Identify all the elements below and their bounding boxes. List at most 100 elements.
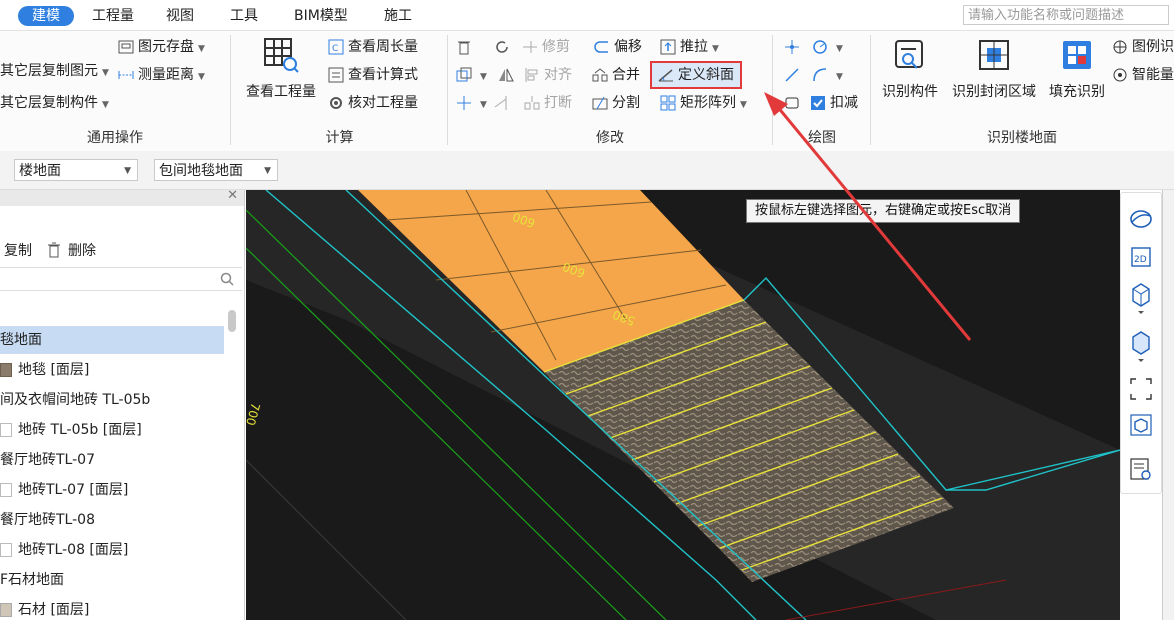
- group-title-general: 通用操作: [87, 130, 143, 146]
- ribbon: 其它层复制图元 ▼ 其它层复制构件 ▼ 图元存盘 ▼ 测量距离 ▼ 通用操作 查看工程量…: [0, 30, 1174, 152]
- chevron-down-icon: ▼: [102, 68, 109, 78]
- drawing-canvas[interactable]: 600 600 580 700: [246, 190, 1120, 620]
- tree-item[interactable]: F石材地面: [0, 566, 64, 594]
- point-icon: [785, 40, 799, 54]
- view-formula-button[interactable]: 查看计算式: [328, 63, 418, 87]
- mirror-tool-button[interactable]: [498, 63, 518, 87]
- tab-modeling[interactable]: 建模: [18, 6, 74, 26]
- offset-button[interactable]: 偏移: [594, 35, 642, 59]
- view-quantities-button[interactable]: 查看工程量: [238, 35, 324, 101]
- legend-identify-button[interactable]: 图例识: [1112, 35, 1174, 59]
- split-button[interactable]: 分割: [592, 91, 640, 115]
- tree-item[interactable]: 餐厅地砖TL-08: [0, 506, 95, 534]
- delete-component-button[interactable]: 删除: [68, 240, 96, 260]
- trim-button[interactable]: 修剪: [522, 35, 570, 59]
- tab-view[interactable]: 视图: [160, 6, 200, 26]
- trash-icon[interactable]: [46, 242, 62, 258]
- tab-bim-model[interactable]: BIM模型: [288, 6, 354, 26]
- break-button[interactable]: 打断: [524, 91, 572, 115]
- extend-tool-button[interactable]: [494, 91, 514, 115]
- define-slope-button[interactable]: 定义斜面: [650, 61, 742, 89]
- perimeter-icon: C: [328, 39, 344, 55]
- fill-identify-button[interactable]: 填充识别: [1044, 35, 1110, 101]
- point-draw-button[interactable]: [784, 35, 804, 59]
- rotate-icon: [496, 41, 508, 53]
- tree-item[interactable]: 毯地面: [0, 326, 224, 354]
- tree-item[interactable]: 地毯 [面层]: [0, 356, 89, 384]
- tree-item[interactable]: 地砖TL-07 [面层]: [0, 476, 128, 504]
- move-tool-button[interactable]: ▼: [456, 91, 487, 115]
- circle-draw-button[interactable]: ▼: [812, 35, 843, 59]
- dimension-label: 700: [246, 401, 263, 427]
- identify-component-icon: [895, 40, 923, 69]
- delete-tool-button[interactable]: [456, 35, 476, 59]
- copy-icon: [456, 67, 472, 82]
- svg-text:C: C: [332, 44, 338, 54]
- measure-distance-button[interactable]: 测量距离 ▼: [118, 63, 205, 87]
- save-element-icon: [118, 40, 134, 54]
- rect-array-button[interactable]: 矩形阵列 ▼: [660, 91, 747, 115]
- element-save-button[interactable]: 图元存盘 ▼: [118, 35, 205, 59]
- category-select[interactable]: 楼地面 ▼: [14, 159, 138, 181]
- tab-tools[interactable]: 工具: [224, 6, 264, 26]
- component-select[interactable]: 包间地毯地面 ▼: [154, 159, 278, 181]
- break-icon: [524, 96, 540, 110]
- mirror-icon: [499, 68, 514, 82]
- circle-icon: [813, 40, 827, 54]
- close-icon[interactable]: ✕: [227, 188, 238, 203]
- chevron-down-icon: ▼: [124, 166, 131, 176]
- divider: [230, 35, 231, 145]
- line-draw-button[interactable]: [784, 63, 804, 87]
- copy-component-other-layer-button[interactable]: 其它层复制构件 ▼: [0, 91, 109, 115]
- tree-item[interactable]: 地砖 TL-05b [面层]: [0, 416, 142, 444]
- copy-tool-button[interactable]: ▼: [456, 63, 487, 87]
- globe-icon[interactable]: [1129, 207, 1153, 231]
- group-title-modify: 修改: [596, 130, 624, 146]
- align-button[interactable]: 对齐: [524, 63, 572, 87]
- cube-icon[interactable]: [1129, 281, 1153, 315]
- check-quantities-button[interactable]: 核对工程量: [328, 91, 418, 115]
- merge-icon: [592, 68, 608, 82]
- search-icon[interactable]: [220, 272, 234, 286]
- material-swatch: [0, 423, 12, 437]
- 3d-box-icon[interactable]: [1129, 413, 1153, 437]
- arc-draw-button[interactable]: ▼: [812, 63, 843, 87]
- properties-view-icon[interactable]: [1129, 457, 1153, 481]
- function-search-input[interactable]: 请输入功能名称或问题描述: [963, 5, 1169, 25]
- tab-quantities[interactable]: 工程量: [86, 6, 140, 26]
- floor-plan-drawing: 600 600 580 700: [246, 190, 1120, 620]
- push-pull-button[interactable]: 推拉 ▼: [660, 35, 719, 59]
- ruler-icon: [118, 71, 134, 79]
- smart-layout-button[interactable]: 智能量: [1112, 63, 1174, 87]
- tab-construction[interactable]: 施工: [378, 6, 418, 26]
- move-icon: [457, 96, 471, 110]
- copy-component-button[interactable]: 复制: [4, 240, 32, 260]
- property-bar: 楼地面 ▼ 包间地毯地面 ▼: [0, 151, 1174, 190]
- material-swatch: [0, 543, 12, 557]
- fit-view-icon[interactable]: [1129, 377, 1153, 401]
- line-icon: [785, 68, 799, 82]
- view-toolbar: 2D: [1120, 192, 1162, 494]
- view-perimeter-button[interactable]: C 查看周长量: [328, 35, 418, 59]
- group-title-calc: 计算: [325, 130, 354, 146]
- solid-cube-icon[interactable]: [1129, 329, 1153, 363]
- tree-item[interactable]: 地砖TL-08 [面层]: [0, 536, 128, 564]
- check-gear-icon: [330, 97, 342, 109]
- merge-button[interactable]: 合并: [592, 63, 640, 87]
- formula-icon: [328, 67, 344, 83]
- scrollbar-thumb[interactable]: [228, 310, 236, 332]
- copy-from-other-layer-button[interactable]: 其它层复制图元 ▼: [0, 59, 109, 83]
- extend-icon: [494, 96, 507, 110]
- chevron-down-icon: ▼: [198, 44, 205, 54]
- array-grid-icon: [660, 95, 676, 111]
- tree-item[interactable]: 间及衣帽间地砖 TL-05b: [0, 386, 150, 414]
- 2d-icon[interactable]: 2D: [1129, 245, 1153, 269]
- component-search-input[interactable]: [0, 267, 242, 291]
- split-icon: [592, 96, 608, 110]
- legend-icon: [1113, 40, 1127, 54]
- trim-icon: [523, 41, 537, 53]
- chevron-down-icon: ▼: [712, 44, 719, 54]
- tree-item[interactable]: 餐厅地砖TL-07: [0, 446, 95, 474]
- arc-icon: [813, 68, 827, 82]
- rotate-tool-button[interactable]: [494, 35, 514, 59]
